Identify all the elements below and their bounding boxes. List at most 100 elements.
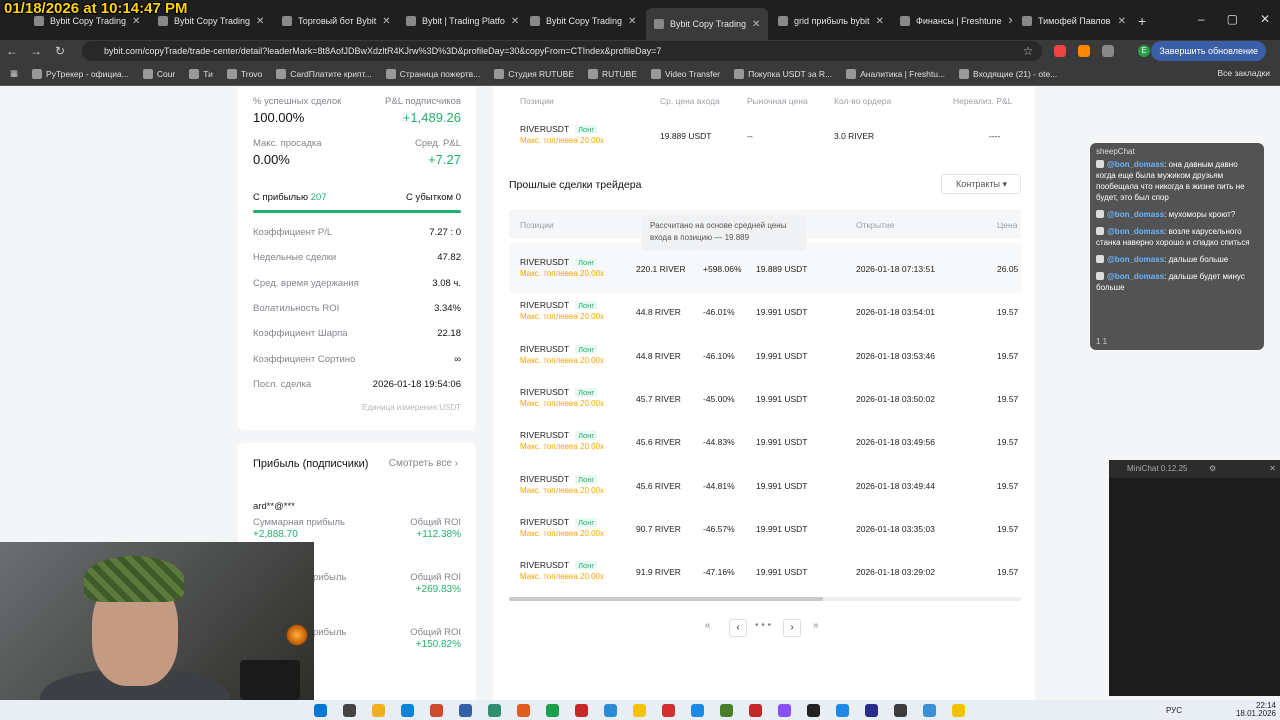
close-tab-icon[interactable]: ✕ — [1118, 16, 1126, 27]
taskbar-app-icon[interactable] — [575, 704, 588, 717]
taskbar-app-icon[interactable] — [749, 704, 762, 717]
taskbar-app-icon[interactable] — [836, 704, 849, 717]
bookmark-item[interactable]: Аналитика | Freshtu... — [846, 68, 945, 79]
bookmark-item[interactable]: Студия RUTUBE — [494, 68, 574, 79]
trade-opened: 2026-01-18 03:29:02 — [856, 567, 935, 578]
browser-tab[interactable]: Финансы | Freshtune ✕ — [892, 10, 1012, 32]
input-language[interactable]: РУС — [1166, 706, 1182, 715]
close-tab-icon[interactable]: ✕ — [876, 16, 884, 27]
close-icon[interactable]: ✕ — [1269, 460, 1276, 478]
reload-icon[interactable]: ↻ — [48, 44, 72, 58]
open-positions-col-header: Кол-во ордера — [834, 96, 892, 106]
bookmark-label: Студия RUTUBE — [508, 68, 574, 79]
taskbar-app-icon[interactable] — [372, 704, 385, 717]
close-tab-icon[interactable]: ✕ — [628, 16, 636, 27]
bookmark-item[interactable]: Страница пожертв... — [385, 68, 480, 79]
gear-icon[interactable]: ⚙ — [1209, 460, 1216, 478]
taskbar-app-icon[interactable] — [546, 704, 559, 717]
taskbar-app-icon[interactable] — [314, 704, 327, 717]
close-tab-icon[interactable]: ✕ — [511, 16, 519, 27]
bookmark-item[interactable]: Video Transfer — [650, 68, 720, 79]
last-page-button[interactable]: » — [813, 620, 819, 631]
maximize-icon[interactable]: ▢ — [1227, 12, 1238, 26]
taskbar-app-icon[interactable] — [488, 704, 501, 717]
apps-grid-icon[interactable]: ▦ — [10, 68, 18, 79]
browser-tab[interactable]: Торговый бот Bybit ✕ — [274, 10, 396, 32]
close-window-icon[interactable]: ✕ — [1260, 12, 1270, 26]
minichat-window: MiniChat 0.12.25 ⚙ ✕ — [1109, 460, 1280, 696]
close-tab-icon[interactable]: ✕ — [132, 16, 140, 27]
bookmark-item[interactable]: РуТрекер - официа... — [32, 68, 129, 79]
trade-roi: -47.16% — [703, 567, 735, 578]
tab-title: Торговый бот Bybit — [298, 16, 377, 26]
close-tab-icon[interactable]: ✕ — [382, 16, 390, 27]
taskbar-app-icon[interactable] — [633, 704, 646, 717]
trade-qty: 90.7 RIVER — [636, 523, 681, 534]
taskbar-app-icon[interactable] — [865, 704, 878, 717]
metric-label: Недельные сделки — [253, 252, 337, 264]
browser-tab[interactable]: Тимофей Павлов ✕ — [1014, 10, 1134, 32]
bookmark-item[interactable]: Покупка USDT за R... — [734, 68, 832, 79]
close-tab-icon[interactable]: ✕ — [256, 16, 264, 27]
profile-avatar[interactable]: E — [1138, 45, 1150, 57]
symbol-text: RIVERUSDT — [520, 473, 570, 484]
minichat-title: MiniChat 0.12.25 — [1127, 464, 1188, 473]
tab-favicon-icon — [530, 16, 540, 26]
taskbar-app-icon[interactable] — [952, 704, 965, 717]
see-all-link[interactable]: Смотреть все › — [389, 458, 458, 469]
taskbar-app-icon[interactable] — [517, 704, 530, 717]
taskbar-app-icon[interactable] — [430, 704, 443, 717]
metric-row: Волатильность ROI 3.34% — [253, 303, 461, 314]
taskbar-app-icon[interactable] — [923, 704, 936, 717]
roi-value: +150.82% — [415, 639, 461, 650]
taskbar-app-icon[interactable] — [691, 704, 704, 717]
browser-tab[interactable]: Bybit Copy Trading ✕ — [646, 8, 768, 40]
taskbar-app-icon[interactable] — [459, 704, 472, 717]
taskbar-app-icon[interactable] — [401, 704, 414, 717]
close-tab-icon[interactable]: ✕ — [1008, 16, 1012, 27]
bookmark-item[interactable]: Trovo — [226, 68, 262, 79]
back-icon[interactable]: ← — [0, 44, 24, 58]
close-tab-icon[interactable]: ✕ — [752, 19, 760, 30]
bookmark-label: Cour — [156, 68, 176, 79]
taskbar-app-icon[interactable] — [778, 704, 791, 717]
taskbar-app-icon[interactable] — [807, 704, 820, 717]
taskbar-app-icon[interactable] — [662, 704, 675, 717]
metric-label: Волатильность ROI — [253, 302, 340, 314]
past-trades-title: Прошлые сделки трейдера — [509, 179, 642, 191]
minimize-icon[interactable]: – — [1198, 12, 1205, 26]
extension-icon[interactable] — [1078, 45, 1090, 57]
taskbar-app-icon[interactable] — [720, 704, 733, 717]
update-browser-button[interactable]: Завершить обновление — [1151, 41, 1266, 61]
horizontal-scrollbar[interactable] — [509, 597, 1021, 601]
first-page-button[interactable]: « — [705, 620, 711, 631]
symbol-text: RIVERUSDT — [520, 257, 570, 267]
subscriber-pnl-label: P&L подписчиков — [385, 96, 461, 107]
bookmark-item[interactable]: RUTUBE — [587, 68, 637, 79]
bookmark-item[interactable]: Cour — [142, 68, 176, 79]
next-page-button[interactable]: › — [783, 619, 801, 637]
address-bar[interactable]: bybit.com/copyTrade/trade-center/detail?… — [82, 41, 1042, 61]
bookmark-item[interactable]: Ти — [189, 68, 213, 79]
trade-qty: 220.1 RIVER — [636, 264, 686, 274]
loss-count: 0 — [455, 192, 461, 203]
bookmark-star-icon[interactable]: ☆ — [1016, 44, 1040, 58]
prev-page-button[interactable]: ‹ — [729, 619, 747, 637]
bookmark-item[interactable]: Входящие (21) - ote... — [959, 68, 1057, 79]
browser-tab[interactable]: grid прибыль bybit ✕ — [770, 10, 890, 32]
new-tab-button[interactable]: + — [1138, 13, 1146, 29]
browser-tab[interactable]: Bybit Copy Trading ✕ — [522, 10, 644, 32]
forward-icon[interactable]: → — [24, 44, 48, 58]
system-clock[interactable]: 22:14 18.01.2026 — [1236, 702, 1276, 718]
bookmark-item[interactable]: CardПлатите крипт... — [276, 68, 372, 79]
extensions-puzzle-icon[interactable] — [1102, 45, 1114, 57]
browser-tab[interactable]: Bybit | Trading Platfo ✕ — [398, 10, 520, 32]
scrollbar-thumb[interactable] — [509, 597, 823, 601]
symbol-text: RIVERUSDT — [520, 386, 570, 397]
extension-icon[interactable] — [1054, 45, 1066, 57]
all-bookmarks-button[interactable]: Все закладки — [1217, 68, 1270, 78]
taskbar-app-icon[interactable] — [343, 704, 356, 717]
contracts-dropdown[interactable]: Контракты ▾ — [941, 174, 1021, 194]
taskbar-app-icon[interactable] — [894, 704, 907, 717]
taskbar-app-icon[interactable] — [604, 704, 617, 717]
